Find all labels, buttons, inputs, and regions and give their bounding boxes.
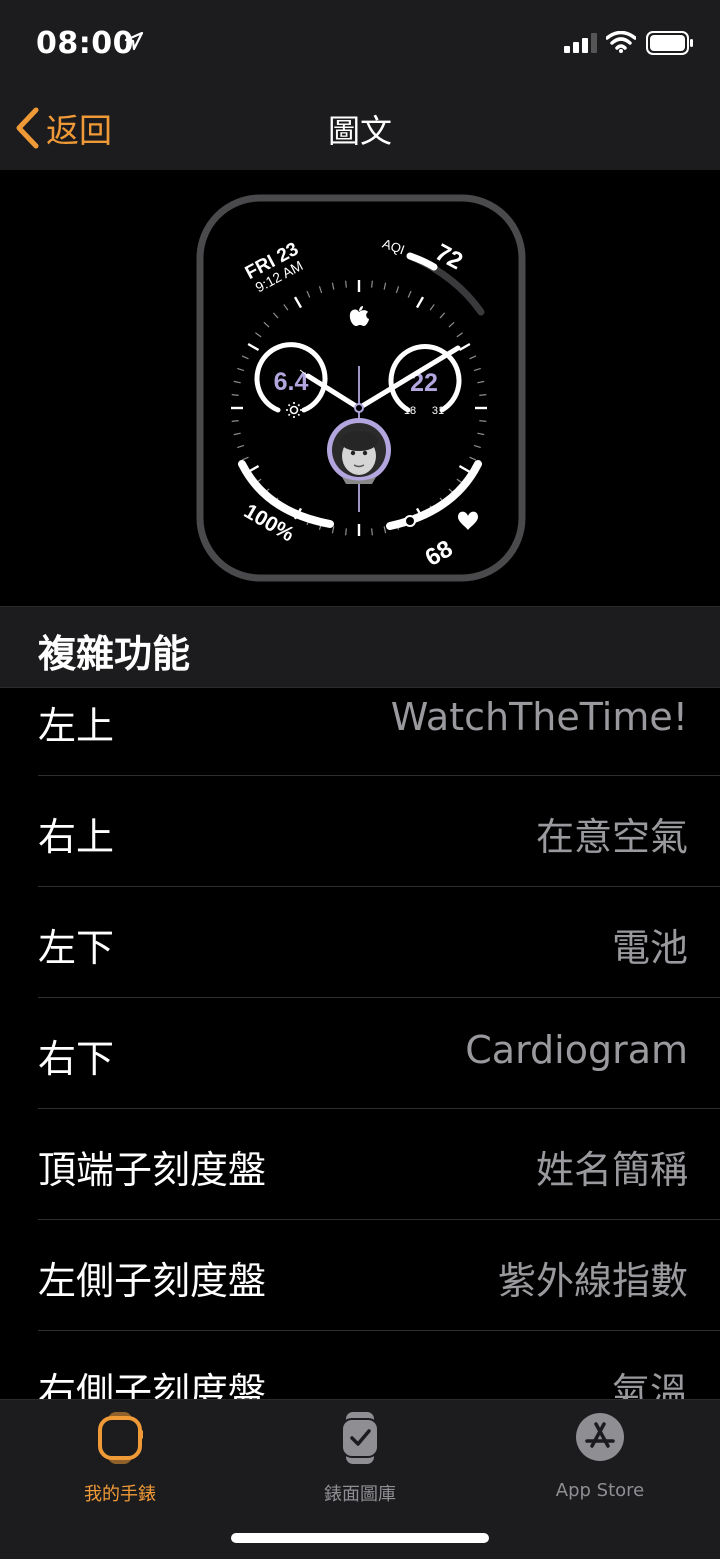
dial-tick [231,420,239,422]
temp-low: 18 [404,405,416,417]
tab-label: 錶面圖庫 [324,1484,396,1505]
dial-tick [345,528,347,536]
tab-label: 我的手錶 [84,1484,156,1505]
row-label: 右下 [38,1037,115,1081]
row-value: 電池 [611,926,688,970]
row-label: 右側子刻度盤 [38,1370,267,1399]
app-store-icon [576,1413,624,1461]
dial-tick [479,420,487,422]
complications-list: 左上 WatchTheTime! 右上 在意空氣 左下 電池 右下 Cardio… [0,688,720,1399]
top-bar: 08:00 返回 圖文 [0,0,720,170]
watch-face: FRI 23 9:12 AM AQI 72 6.4 22 18 31 100% … [196,194,526,582]
row-value: 在意空氣 [535,815,688,859]
wifi-icon [606,31,636,53]
section-title: 複雜功能 [38,632,191,676]
watch-face-preview: FRI 23 9:12 AM AQI 72 6.4 22 18 31 100% … [0,170,720,606]
complication-row-top-right[interactable]: 右上 在意空氣 [0,776,720,887]
battery-icon [646,31,693,55]
page-title: 圖文 [327,112,392,150]
face-gallery-icon [341,1412,379,1464]
temp-high: 31 [432,405,444,417]
complication-row-top-left[interactable]: 左上 WatchTheTime! [0,688,720,776]
status-time: 08:00 [36,26,134,61]
row-value: 氣溫 [611,1370,688,1399]
tab-app-store[interactable]: App Store [510,1410,690,1501]
screen: 08:00 返回 圖文 FRI 23 9:12 AM AQI 72 6.4 22… [0,0,720,1559]
row-label: 左側子刻度盤 [38,1259,267,1303]
watch-icon [98,1412,143,1464]
complication-row-left-subdial[interactable]: 左側子刻度盤 紫外線指數 [0,1220,720,1331]
row-label: 頂端子刻度盤 [38,1148,267,1192]
row-value: 紫外線指數 [497,1259,688,1303]
tab-my-watch[interactable]: 我的手錶 [30,1410,210,1505]
tab-face-gallery[interactable]: 錶面圖庫 [270,1410,450,1505]
section-header: 複雜功能 [0,606,720,688]
dial-tick [345,280,347,288]
complication-row-bottom-left[interactable]: 左下 電池 [0,887,720,998]
row-label: 左下 [38,926,115,970]
row-value: Cardiogram [465,1028,688,1072]
dial-tick [371,280,373,288]
location-arrow-icon [124,31,144,51]
dial-tick [371,528,373,536]
tab-label: App Store [555,1480,645,1501]
row-value: WatchTheTime! [390,695,688,739]
dial-tick [479,394,487,396]
row-label: 右上 [38,815,115,859]
row-value: 姓名簡稱 [535,1148,688,1192]
complication-row-right-subdial[interactable]: 右側子刻度盤 氣溫 [0,1331,720,1399]
cellular-signal-icon [564,33,597,53]
home-indicator[interactable] [231,1533,489,1543]
complication-row-bottom-right[interactable]: 右下 Cardiogram [0,998,720,1109]
row-label: 左上 [38,704,115,748]
complication-row-top-subdial[interactable]: 頂端子刻度盤 姓名簡稱 [0,1109,720,1220]
dial-tick [231,394,239,396]
